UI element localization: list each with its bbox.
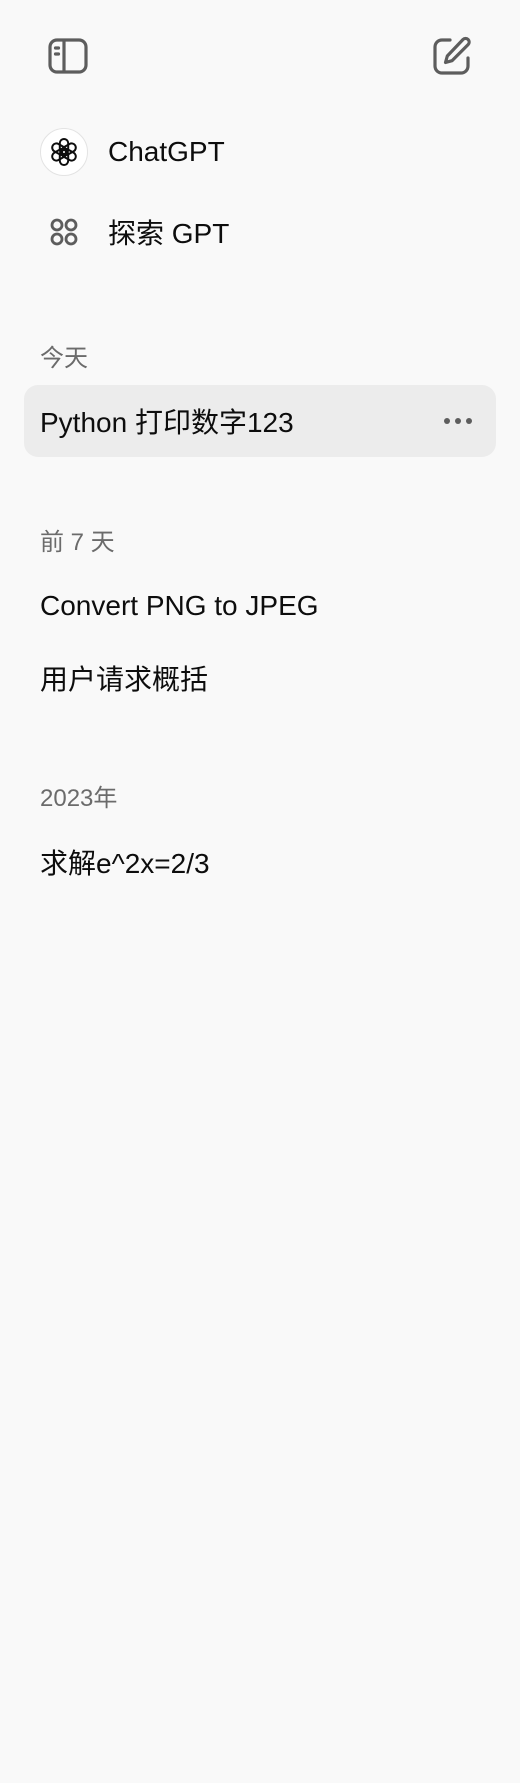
new-chat-button[interactable]	[426, 30, 478, 82]
chat-title: 用户请求概括	[40, 664, 209, 695]
chat-history-item[interactable]: Python 打印数字123	[24, 385, 496, 457]
nav-item-label: 探索 GPT	[108, 218, 230, 249]
section-heading-2023: 2023年	[40, 785, 118, 812]
sidebar-toggle-icon	[48, 38, 88, 74]
chat-title: 求解e^2x=2/3	[40, 848, 210, 879]
nav-item-label: ChatGPT	[108, 136, 225, 167]
sidebar: ChatGPT 探索 GPT 今天 Python 打印数字123 前 7 天 C…	[0, 0, 520, 1783]
chat-history-item[interactable]: 用户请求概括	[24, 642, 496, 714]
section-heading-today: 今天	[40, 345, 88, 372]
ellipsis-icon	[444, 418, 472, 424]
nav-item-chatgpt[interactable]: ChatGPT	[24, 120, 496, 184]
nav-item-explore-gpts[interactable]: 探索 GPT	[24, 200, 496, 264]
chat-options-button[interactable]	[436, 399, 480, 443]
new-chat-icon	[433, 36, 471, 75]
chat-history-item[interactable]: 求解e^2x=2/3	[24, 826, 496, 898]
chat-title: Python 打印数字123	[40, 407, 294, 438]
openai-logo-icon	[40, 128, 88, 176]
chat-history-item[interactable]: Convert PNG to JPEG	[24, 570, 496, 642]
section-heading-previous-7-days: 前 7 天	[40, 529, 115, 556]
grid-dots-icon	[40, 208, 88, 256]
toggle-sidebar-button[interactable]	[42, 30, 94, 82]
chat-title: Convert PNG to JPEG	[40, 590, 319, 621]
